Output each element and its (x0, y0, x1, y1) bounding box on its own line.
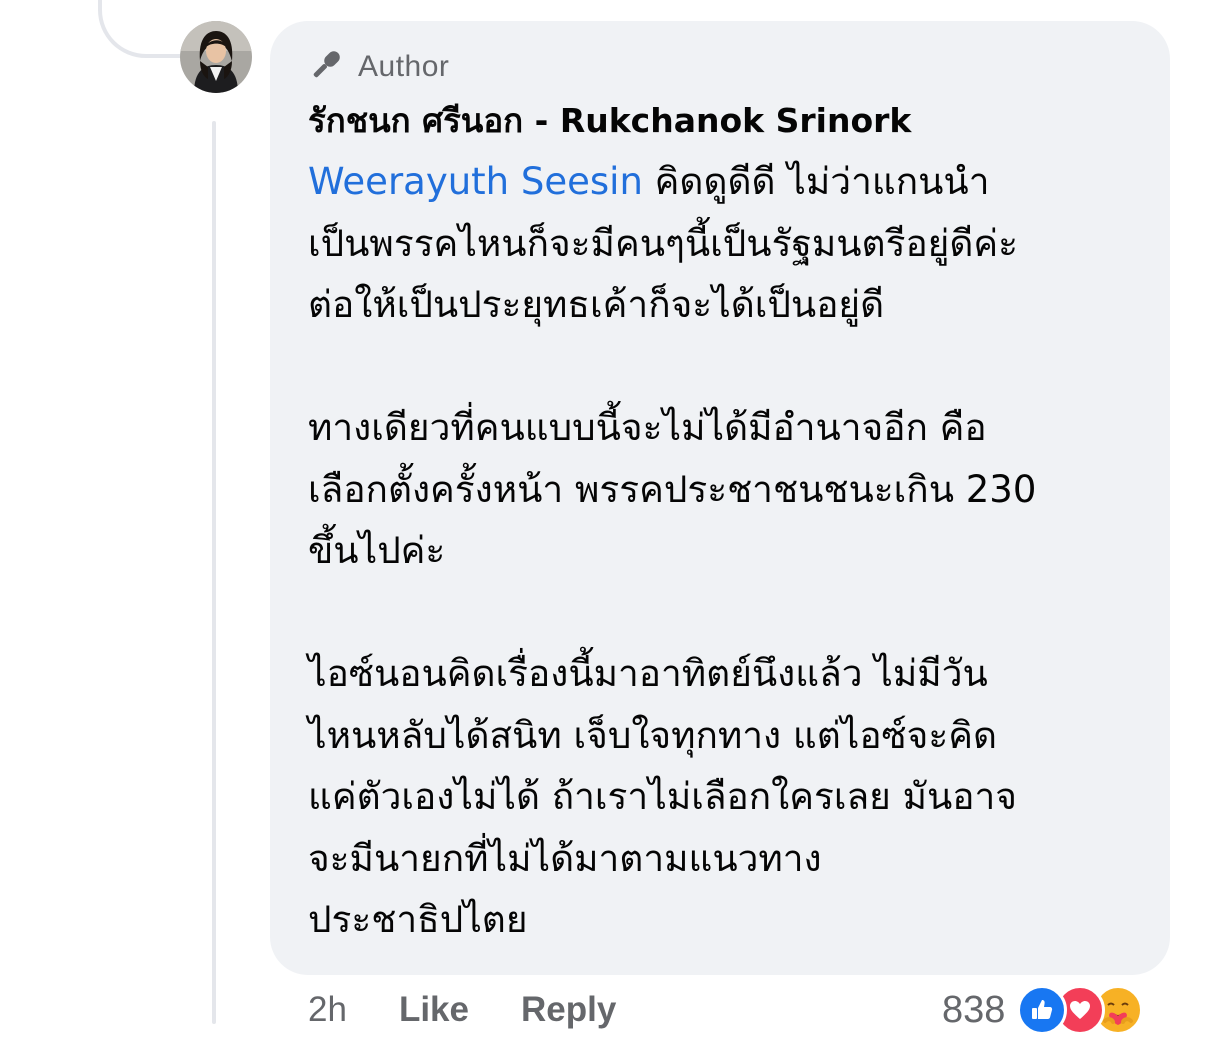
comment-text: Weerayuth Seesin คิดดูดีดี ไม่ว่าแกนนำ เ… (308, 151, 1158, 951)
comment-line: ไหนหลับได้สนิท เจ็บใจทุกทาง แต่ไอซ์จะคิด (308, 713, 997, 757)
commenter-name[interactable]: รักชนก ศรีนอก - Rukchanok Srinork (308, 99, 911, 143)
thread-connector (98, 0, 188, 58)
reactions-summary[interactable]: 838 (942, 980, 1144, 1040)
reply-thread-line (212, 121, 216, 1024)
comment-line: จะมีนายกที่ไม่ได้มาตามแนวทาง (308, 836, 822, 880)
comment-line: ขึ้นไปค่ะ (308, 529, 446, 572)
comment-line: เลือกตั้งครั้งหน้า พรรคประชาชนชนะเกิน 23… (308, 467, 1037, 511)
comment-bubble: Author รักชนก ศรีนอก - Rukchanok Srinork… (270, 21, 1170, 975)
comment-line: Weerayuth Seesin คิดดูดีดี ไม่ว่าแกนนำ (308, 151, 1158, 213)
reply-button[interactable]: Reply (521, 980, 616, 1040)
commenter-avatar[interactable] (180, 21, 252, 93)
mention-link[interactable]: Weerayuth Seesin (308, 160, 643, 203)
microphone-icon (308, 47, 344, 87)
author-badge-row: Author (308, 47, 449, 87)
comment-line-rest: คิดดูดีดี ไม่ว่าแกนนำ (642, 160, 990, 203)
like-icon (1017, 985, 1068, 1035)
comment-timestamp[interactable]: 2h (308, 980, 347, 1040)
author-badge-label: Author (358, 50, 450, 83)
comment-actions: 2h Like Reply (308, 980, 616, 1040)
comment-line: เป็นพรรคไหนก็จะมีคนๆนี้เป็นรัฐมนตรีอยู่ด… (308, 221, 1019, 265)
comment-line: ต่อให้เป็นประยุทธเค้าก็จะได้เป็นอยู่ดี (308, 283, 885, 326)
comment-line: ทางเดียวที่คนแบบนี้จะไม่ได้มีอำนาจอีก คื… (308, 406, 987, 449)
like-button[interactable]: Like (399, 980, 469, 1040)
comment-line: ไอซ์นอนคิดเรื่องนี้มาอาทิตย์นึงแล้ว ไม่ม… (308, 652, 988, 695)
avatar-image (180, 21, 252, 93)
comment-line: แค่ตัวเองไม่ได้ ถ้าเราไม่เลือกใครเลย มัน… (308, 775, 1017, 818)
comment-line: ประชาธิปไตย (308, 898, 528, 941)
reaction-count: 838 (942, 988, 1006, 1031)
